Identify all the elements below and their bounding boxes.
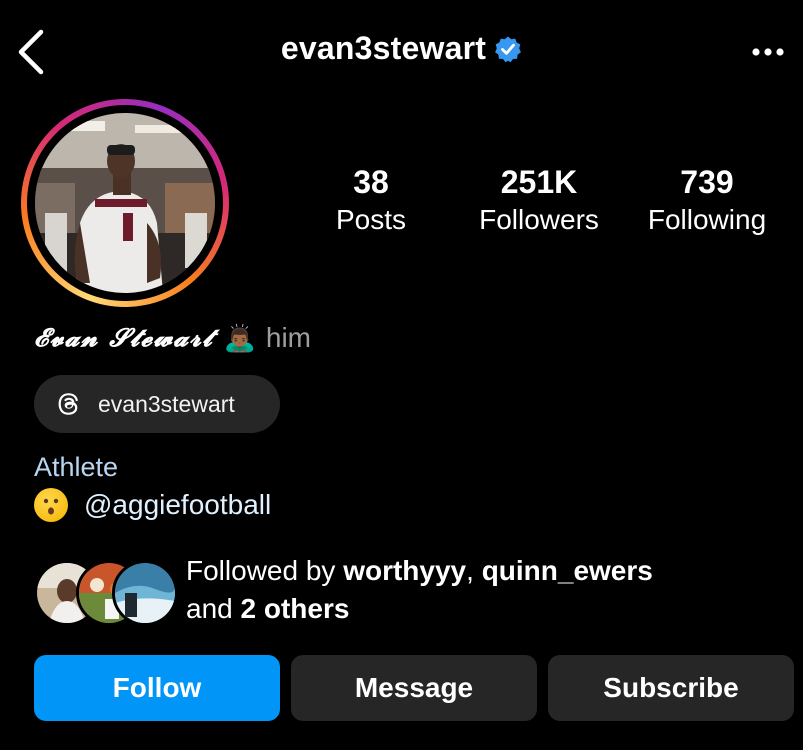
threads-link-button[interactable]: evan3stewart — [34, 375, 280, 433]
name-row: 𝓔𝓿𝓪𝓷 𝓢𝓽𝓮𝔀𝓪𝓻𝓽 🙇🏾‍♂️ him — [34, 318, 311, 358]
following-label: Following — [647, 204, 767, 235]
username-title: evan3stewart — [280, 30, 487, 66]
posts-count: 38 — [353, 164, 389, 200]
followers-others[interactable]: 2 others — [241, 593, 350, 624]
more-options-button[interactable] — [748, 44, 788, 60]
followers-stat[interactable]: 251K Followers — [454, 162, 624, 238]
posts-stat[interactable]: 38 Posts — [286, 162, 456, 238]
followed-by-prefix: Followed by — [186, 555, 344, 586]
display-name: 𝓔𝓿𝓪𝓷 𝓢𝓽𝓮𝔀𝓪𝓻𝓽 — [34, 323, 214, 352]
message-button[interactable]: Message — [291, 655, 537, 721]
follower-name-2[interactable]: quinn_ewers — [482, 555, 653, 586]
following-stat[interactable]: 739 Following — [622, 162, 792, 238]
profile-category: Athlete — [34, 452, 119, 482]
profile-header: evan3stewart — [0, 30, 803, 67]
followed-by-text[interactable]: Followed by worthyyy, quinn_ewers and 2 … — [186, 552, 653, 628]
following-count: 739 — [680, 164, 734, 200]
followers-label: Followers — [479, 204, 599, 235]
threads-icon — [58, 393, 78, 415]
avatar[interactable] — [35, 113, 215, 293]
posts-label: Posts — [335, 204, 407, 235]
bio-mention-link[interactable]: @aggiefootball — [84, 489, 271, 521]
more-horizontal-icon — [752, 48, 784, 56]
bio-line: @aggiefootball — [34, 488, 271, 522]
pronouns: him — [265, 322, 312, 353]
hushed-face-emoji — [34, 488, 68, 522]
bowing-person-emoji: 🙇🏾‍♂️ — [223, 322, 256, 353]
profile-photo — [35, 113, 215, 293]
follow-button[interactable]: Follow — [34, 655, 280, 721]
follower-name-1[interactable]: worthyyy — [343, 555, 466, 586]
verified-badge-icon — [494, 35, 522, 63]
threads-handle: evan3stewart — [98, 390, 235, 417]
follower-avatar-3[interactable] — [112, 560, 178, 626]
subscribe-button[interactable]: Subscribe — [548, 655, 794, 721]
followers-count: 251K — [500, 164, 578, 200]
